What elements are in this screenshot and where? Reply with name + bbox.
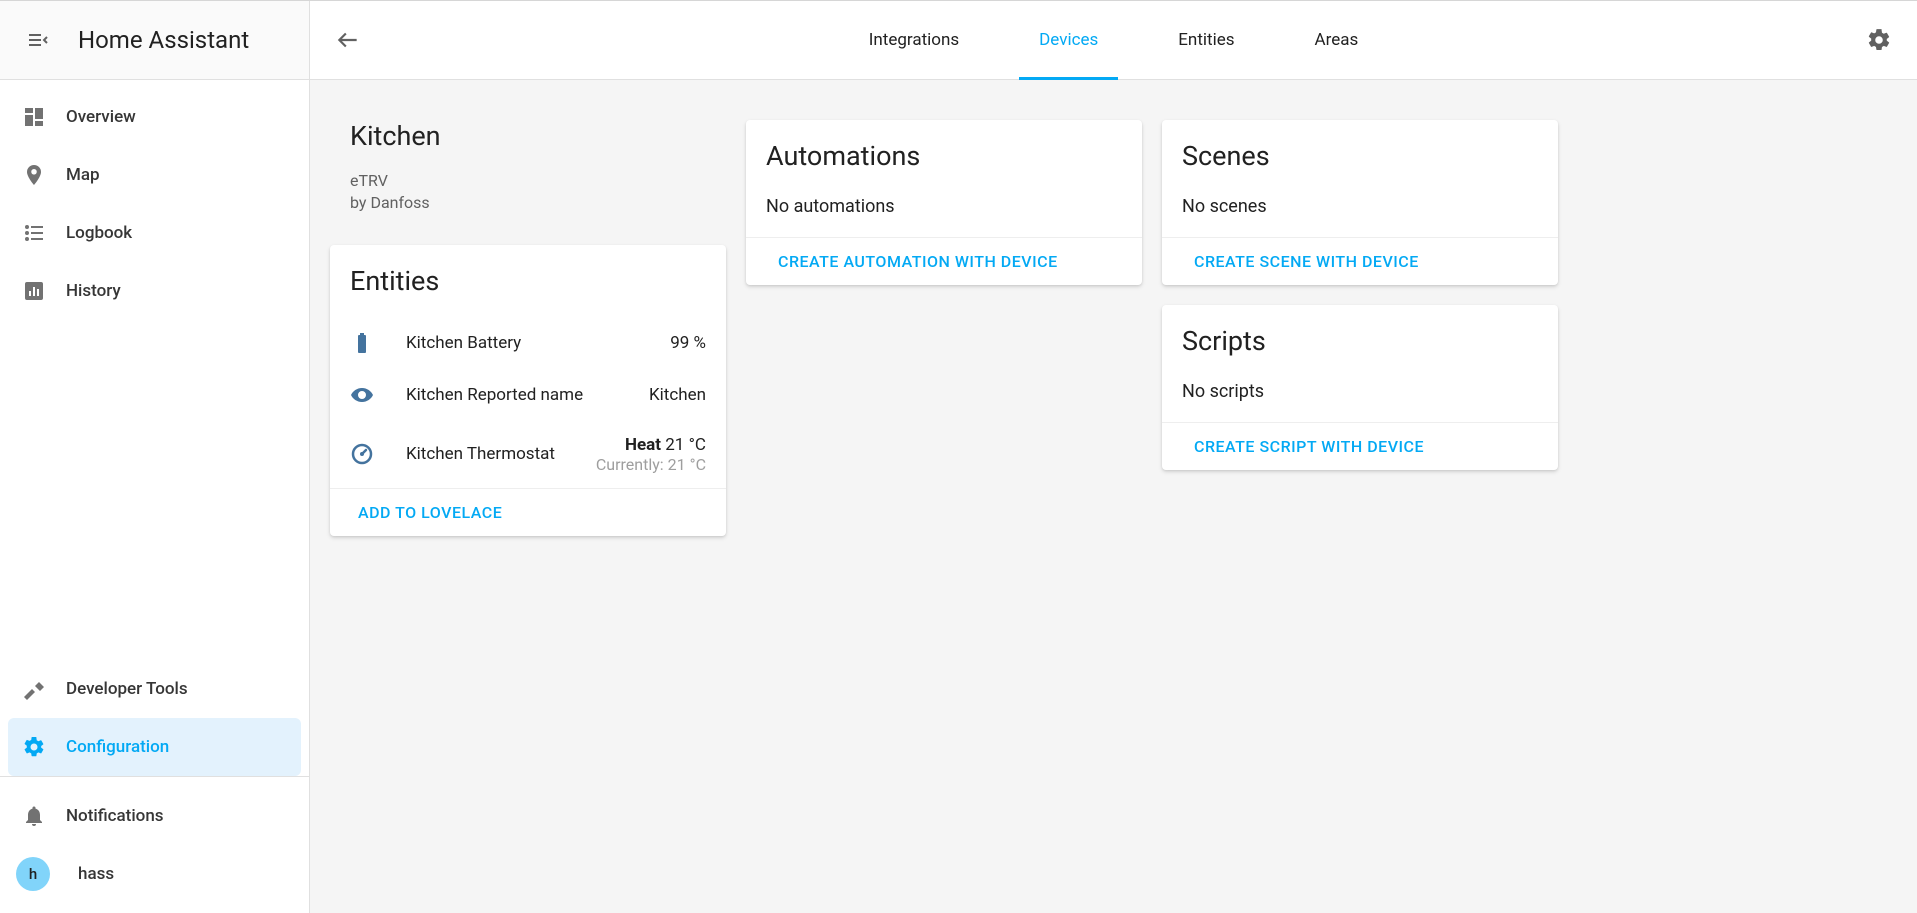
sidebar-item-label: Configuration (66, 737, 169, 757)
sidebar-item-map[interactable]: Map (0, 146, 309, 204)
device-name: Kitchen (350, 120, 706, 152)
entity-name: Kitchen Thermostat (388, 444, 596, 464)
menu-toggle-button[interactable] (16, 18, 60, 62)
tabs: Integrations Devices Entities Areas (370, 1, 1857, 79)
device-model-line: eTRV (350, 170, 706, 192)
tab-entities[interactable]: Entities (1178, 1, 1234, 79)
main: Integrations Devices Entities Areas Kitc… (310, 1, 1917, 913)
avatar: h (16, 857, 50, 891)
thermostat-icon (350, 442, 388, 466)
card-title: Scenes (1182, 140, 1538, 172)
create-automation-button[interactable]: CREATE AUTOMATION WITH DEVICE (746, 237, 1142, 285)
dashboard-icon (22, 105, 66, 129)
list-icon (22, 221, 66, 245)
device-model: eTRV by Danfoss (350, 170, 706, 215)
menu-collapse-icon (26, 28, 50, 52)
scenes-card: Scenes No scenes CREATE SCENE WITH DEVIC… (1162, 120, 1558, 285)
chart-icon (22, 279, 66, 303)
entities-list: Kitchen Battery 99 % Kitchen Reported na… (330, 307, 726, 488)
bell-icon (22, 804, 66, 828)
entity-name: Kitchen Reported name (388, 385, 649, 405)
thermostat-target: 21 °C (665, 435, 706, 455)
gear-icon (1866, 27, 1892, 53)
gear-icon (22, 735, 66, 759)
card-title: Scripts (1182, 325, 1538, 357)
scripts-card: Scripts No scripts CREATE SCRIPT WITH DE… (1162, 305, 1558, 470)
sidebar-item-label: Developer Tools (66, 679, 188, 699)
thermostat-current: Currently: 21 °C (596, 455, 706, 474)
sidebar: Home Assistant Overview Map Logbook (0, 1, 310, 913)
column-scenes-scripts: Scenes No scenes CREATE SCENE WITH DEVIC… (1162, 120, 1558, 470)
add-to-lovelace-button[interactable]: ADD TO LOVELACE (330, 488, 726, 536)
entity-row-thermostat[interactable]: Kitchen Thermostat Heat 21 °C Currently:… (330, 421, 726, 488)
arrow-left-icon (335, 27, 361, 53)
entities-card: Entities Kitchen Battery 99 % (330, 245, 726, 536)
sidebar-item-notifications[interactable]: Notifications (0, 787, 309, 845)
sidebar-item-developer-tools[interactable]: Developer Tools (0, 660, 309, 718)
card-header: Scripts (1162, 305, 1558, 367)
map-marker-icon (22, 163, 66, 187)
sidebar-item-logbook[interactable]: Logbook (0, 204, 309, 262)
back-button[interactable] (326, 18, 370, 62)
card-body: No scripts (1162, 367, 1558, 422)
entity-value: Kitchen (649, 385, 706, 405)
card-title: Automations (766, 140, 1122, 172)
sidebar-item-history[interactable]: History (0, 262, 309, 320)
sidebar-item-overview[interactable]: Overview (0, 88, 309, 146)
sidebar-item-label: Logbook (66, 223, 132, 243)
card-title: Entities (350, 265, 706, 297)
column-automations: Automations No automations CREATE AUTOMA… (746, 120, 1142, 285)
sidebar-header: Home Assistant (0, 1, 309, 80)
device-manufacturer-line: by Danfoss (350, 192, 706, 214)
entity-name: Kitchen Battery (388, 333, 670, 353)
create-scene-button[interactable]: CREATE SCENE WITH DEVICE (1162, 237, 1558, 285)
sidebar-bottom: Notifications h hass (0, 776, 309, 913)
tab-areas[interactable]: Areas (1315, 1, 1359, 79)
topbar: Integrations Devices Entities Areas (310, 1, 1917, 80)
sidebar-nav: Overview Map Logbook History (0, 80, 309, 776)
entity-value: 99 % (670, 333, 706, 353)
battery-icon (350, 331, 388, 355)
automations-card: Automations No automations CREATE AUTOMA… (746, 120, 1142, 285)
entity-value: Heat 21 °C Currently: 21 °C (596, 435, 706, 474)
column-device: Kitchen eTRV by Danfoss Entities (330, 120, 726, 536)
sidebar-item-label: Notifications (66, 806, 164, 826)
user-account-row[interactable]: h hass (0, 845, 309, 903)
card-body: No scenes (1162, 182, 1558, 237)
card-header: Automations (746, 120, 1142, 182)
card-body: No automations (746, 182, 1142, 237)
eye-icon (350, 383, 388, 407)
entity-row-reported-name[interactable]: Kitchen Reported name Kitchen (330, 369, 726, 421)
tab-integrations[interactable]: Integrations (869, 1, 959, 79)
entity-row-battery[interactable]: Kitchen Battery 99 % (330, 317, 726, 369)
card-header: Entities (330, 245, 726, 307)
content: Kitchen eTRV by Danfoss Entities (310, 80, 1917, 913)
sidebar-item-label: Map (66, 165, 100, 185)
hammer-icon (22, 677, 66, 701)
settings-button[interactable] (1857, 18, 1901, 62)
app-title: Home Assistant (78, 26, 249, 54)
sidebar-item-configuration[interactable]: Configuration (8, 718, 301, 776)
sidebar-item-label: History (66, 281, 121, 301)
nav-spacer (0, 320, 309, 660)
tab-devices[interactable]: Devices (1039, 1, 1098, 79)
user-name: hass (78, 864, 114, 884)
card-header: Scenes (1162, 120, 1558, 182)
sidebar-item-label: Overview (66, 107, 136, 127)
create-script-button[interactable]: CREATE SCRIPT WITH DEVICE (1162, 422, 1558, 470)
device-header: Kitchen eTRV by Danfoss (330, 120, 726, 225)
thermostat-mode: Heat (625, 435, 661, 455)
